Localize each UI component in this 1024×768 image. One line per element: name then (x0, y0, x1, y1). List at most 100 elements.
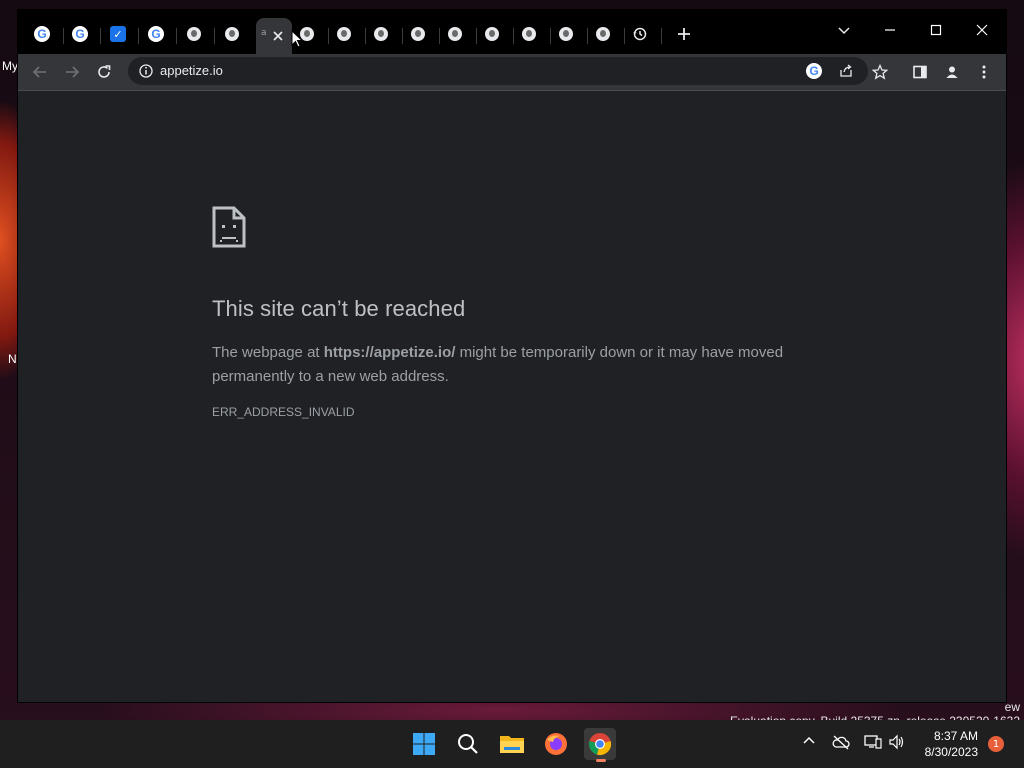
tab-globe[interactable] (183, 23, 205, 45)
forward-button[interactable] (58, 58, 86, 86)
clock-date: 8/30/2023 (924, 745, 978, 759)
error-text: The webpage at (212, 344, 324, 361)
error-title: This site can’t be reached (212, 296, 466, 321)
history-icon (633, 27, 647, 41)
chevron-down-icon (838, 27, 850, 35)
google-icon: G (148, 26, 164, 42)
tab-globe[interactable] (370, 23, 392, 45)
google-icon: G (72, 26, 88, 42)
bookmark-button[interactable] (866, 58, 894, 86)
desktop-icon-label[interactable]: N (8, 352, 17, 366)
tab-globe[interactable] (444, 23, 466, 45)
tab-separator (63, 28, 64, 44)
plus-icon (678, 28, 690, 40)
tab-separator (214, 28, 215, 44)
tab-google[interactable]: G (31, 23, 53, 45)
tab-separator (176, 28, 177, 44)
tab-separator (513, 28, 514, 44)
tab-separator (587, 28, 588, 44)
tab-globe[interactable] (592, 23, 614, 45)
folder-icon (500, 736, 524, 753)
google-icon: G (806, 63, 822, 79)
globe-icon (300, 27, 314, 41)
arrow-right-icon (66, 66, 80, 78)
minimize-button[interactable] (870, 16, 910, 44)
onedrive-button[interactable] (832, 734, 850, 750)
tab-separator (439, 28, 440, 44)
new-tab-button[interactable] (673, 23, 695, 45)
sad-page-icon (212, 206, 246, 248)
windows-icon (413, 733, 435, 755)
error-description: The webpage at https://appetize.io/ migh… (212, 341, 832, 389)
tab-search-button[interactable] (824, 16, 864, 44)
running-indicator (596, 759, 606, 762)
side-panel-button[interactable] (906, 58, 934, 86)
globe-icon (337, 27, 351, 41)
reload-button[interactable] (90, 58, 118, 86)
search-icon (458, 734, 478, 754)
maximize-button[interactable] (916, 16, 956, 44)
volume-icon (889, 734, 904, 750)
address-url[interactable]: appetize.io (160, 63, 223, 78)
tab-separator (138, 28, 139, 44)
address-bar[interactable]: appetize.io G (128, 57, 868, 85)
error-url: https://appetize.io/ (323, 344, 456, 361)
reload-icon (98, 65, 111, 78)
firefox-button[interactable] (540, 728, 572, 760)
tab-title: a (261, 28, 267, 38)
tab-globe[interactable] (555, 23, 577, 45)
google-lens-icon[interactable]: G (806, 63, 822, 79)
network-button[interactable] (864, 734, 882, 750)
tab-globe[interactable] (481, 23, 503, 45)
tab-globe[interactable] (333, 23, 355, 45)
chrome-icon (589, 733, 612, 756)
watermark-line: ew (1004, 700, 1020, 714)
page-content: This site can’t be reached The webpage a… (18, 91, 1006, 702)
tab-history[interactable] (629, 23, 651, 45)
volume-button[interactable] (888, 734, 904, 750)
tab-separator (100, 28, 101, 44)
globe-icon (187, 27, 201, 41)
browser-toolbar: appetize.io G (18, 54, 1006, 91)
globe-icon (485, 27, 499, 41)
info-icon[interactable] (138, 63, 154, 79)
show-hidden-icons-button[interactable] (802, 734, 816, 748)
notification-badge[interactable]: 1 (988, 736, 1004, 752)
tab-globe[interactable] (407, 23, 429, 45)
tab-separator (476, 28, 477, 44)
tab-google[interactable]: G (145, 23, 167, 45)
back-button[interactable] (26, 58, 54, 86)
globe-icon (374, 27, 388, 41)
globe-icon (411, 27, 425, 41)
close-tab-icon[interactable] (270, 28, 286, 44)
tab-separator (624, 28, 625, 44)
tab-todo[interactable]: ✓ (107, 23, 129, 45)
google-icon: G (34, 26, 50, 42)
chevron-up-icon (803, 736, 815, 744)
tab-active[interactable]: a (256, 18, 292, 54)
tab-globe[interactable] (518, 23, 540, 45)
start-button[interactable] (408, 728, 440, 760)
arrow-left-icon (32, 66, 46, 78)
browser-window: G G ✓ G a appetize.io G This site can’t … (18, 10, 1006, 702)
todo-icon: ✓ (110, 26, 126, 42)
taskbar: 8:37 AM 8/30/2023 1 (0, 720, 1024, 768)
error-code: ERR_ADDRESS_INVALID (212, 405, 355, 419)
chrome-taskbar-button[interactable] (584, 728, 616, 762)
desktop-icon-label[interactable]: My (2, 59, 18, 73)
share-icon[interactable] (838, 63, 854, 79)
tab-globe[interactable] (296, 23, 318, 45)
menu-button[interactable] (970, 58, 998, 86)
profile-icon (946, 66, 958, 78)
clock[interactable]: 8:37 AM 8/30/2023 (925, 728, 978, 760)
close-icon (976, 24, 988, 36)
tab-globe[interactable] (221, 23, 243, 45)
close-window-button[interactable] (962, 16, 1002, 44)
globe-icon (596, 27, 610, 41)
search-button[interactable] (452, 728, 484, 760)
globe-icon (559, 27, 573, 41)
globe-icon (522, 27, 536, 41)
file-explorer-button[interactable] (496, 728, 528, 760)
profile-button[interactable] (938, 58, 966, 86)
tab-google[interactable]: G (69, 23, 91, 45)
